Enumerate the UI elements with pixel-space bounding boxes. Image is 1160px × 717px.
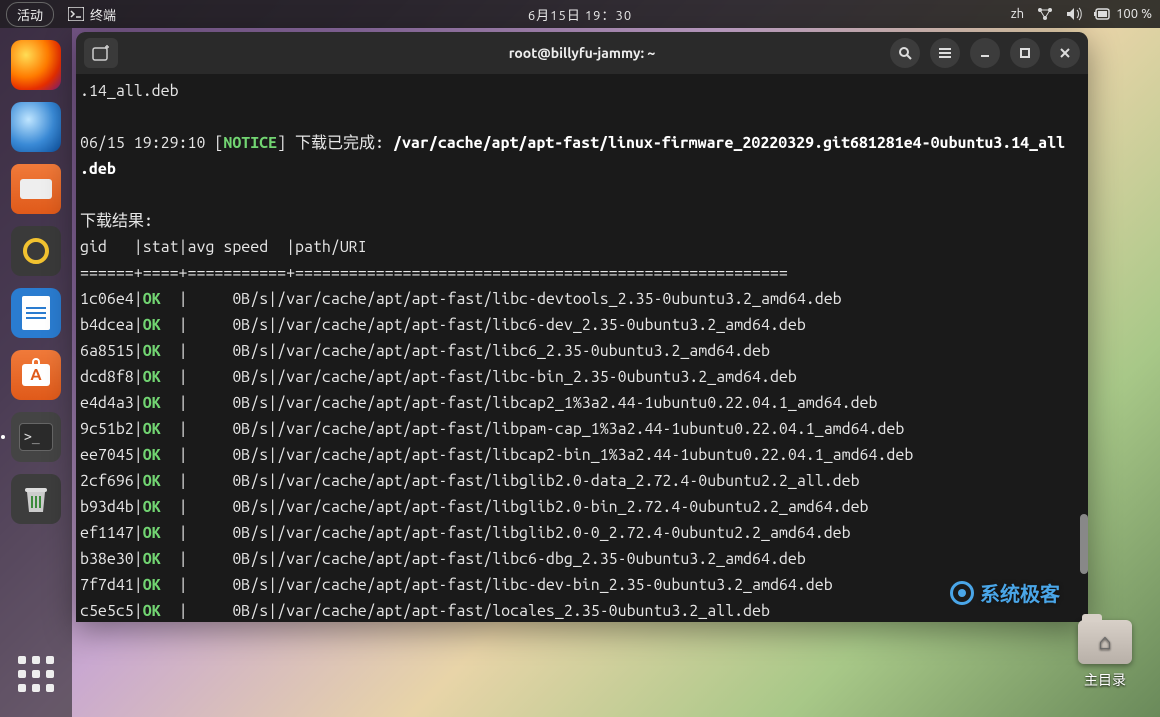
download-row: 2cf696|OK | 0B/s|/var/cache/apt/apt-fast…: [80, 468, 1084, 494]
download-row: 9c51b2|OK | 0B/s|/var/cache/apt/apt-fast…: [80, 416, 1084, 442]
activities-button[interactable]: 活动: [6, 2, 54, 27]
ime-indicator[interactable]: zh: [1011, 7, 1024, 21]
watermark-icon: [950, 581, 974, 605]
download-row: b93d4b|OK | 0B/s|/var/cache/apt/apt-fast…: [80, 494, 1084, 520]
terminal-window: root@billyfu-jammy: ~ .14_all.deb 06/15 …: [76, 32, 1088, 622]
search-button[interactable]: [890, 38, 920, 68]
minimize-button[interactable]: [970, 38, 1000, 68]
window-title: root@billyfu-jammy: ~: [509, 45, 656, 61]
download-row: c5e5c5|OK | 0B/s|/var/cache/apt/apt-fast…: [80, 598, 1084, 622]
download-row: 6a8515|OK | 0B/s|/var/cache/apt/apt-fast…: [80, 338, 1084, 364]
battery-icon: [1094, 8, 1112, 20]
close-button[interactable]: [1050, 38, 1080, 68]
terminal-dock-icon[interactable]: >_: [11, 412, 61, 462]
battery-indicator[interactable]: 100 %: [1094, 7, 1152, 21]
firefox-icon[interactable]: [11, 40, 61, 90]
clock[interactable]: 6月15日 19：30: [528, 5, 632, 24]
titlebar[interactable]: root@billyfu-jammy: ~: [76, 32, 1088, 74]
download-row: e4d4a3|OK | 0B/s|/var/cache/apt/apt-fast…: [80, 390, 1084, 416]
system-tray[interactable]: zh 100 %: [1011, 6, 1152, 22]
app-menu-label: 终端: [90, 5, 116, 24]
maximize-button[interactable]: [1010, 38, 1040, 68]
download-row: dcd8f8|OK | 0B/s|/var/cache/apt/apt-fast…: [80, 364, 1084, 390]
download-row: b4dcea|OK | 0B/s|/var/cache/apt/apt-fast…: [80, 312, 1084, 338]
folder-icon: ⌂: [1078, 620, 1132, 664]
terminal-line: ======+====+===========+================…: [80, 260, 1084, 286]
terminal-line: .deb: [80, 156, 1084, 182]
terminal-icon: [68, 7, 84, 21]
terminal-line: [80, 104, 1084, 130]
trash-icon[interactable]: [11, 474, 61, 524]
files-icon[interactable]: [11, 164, 61, 214]
menu-button[interactable]: [930, 38, 960, 68]
download-row: ee7045|OK | 0B/s|/var/cache/apt/apt-fast…: [80, 442, 1084, 468]
new-tab-button[interactable]: [84, 38, 118, 68]
desktop-home-folder[interactable]: ⌂ 主目录: [1078, 620, 1132, 690]
show-applications-icon[interactable]: [11, 649, 61, 699]
download-row: ef1147|OK | 0B/s|/var/cache/apt/apt-fast…: [80, 520, 1084, 546]
terminal-line: gid |stat|avg speed |path/URI: [80, 234, 1084, 260]
app-menu[interactable]: 终端: [68, 5, 116, 24]
terminal-line: [80, 182, 1084, 208]
terminal-line: 06/15 19:29:10 [NOTICE] 下载已完成: /var/cach…: [80, 130, 1084, 156]
top-panel: 活动 终端 6月15日 19：30 zh 100 %: [0, 0, 1160, 28]
libreoffice-writer-icon[interactable]: [11, 288, 61, 338]
watermark-text: 系统极客: [980, 578, 1060, 607]
volume-icon[interactable]: [1066, 7, 1082, 21]
download-row: b38e30|OK | 0B/s|/var/cache/apt/apt-fast…: [80, 546, 1084, 572]
ubuntu-software-icon[interactable]: A: [11, 350, 61, 400]
terminal-line: 下载结果:: [80, 208, 1084, 234]
thunderbird-icon[interactable]: [11, 102, 61, 152]
download-row: 1c06e4|OK | 0B/s|/var/cache/apt/apt-fast…: [80, 286, 1084, 312]
battery-percent: 100 %: [1116, 7, 1152, 21]
terminal-line: .14_all.deb: [80, 78, 1084, 104]
scrollbar-thumb[interactable]: [1080, 514, 1088, 574]
rhythmbox-icon[interactable]: [11, 226, 61, 276]
desktop-icon-label: 主目录: [1078, 670, 1132, 690]
download-row: 7f7d41|OK | 0B/s|/var/cache/apt/apt-fast…: [80, 572, 1084, 598]
terminal-output[interactable]: .14_all.deb 06/15 19:29:10 [NOTICE] 下载已完…: [76, 74, 1088, 622]
network-icon[interactable]: [1036, 6, 1054, 22]
dock: A >_: [0, 28, 72, 717]
watermark: 系统极客: [950, 578, 1060, 607]
